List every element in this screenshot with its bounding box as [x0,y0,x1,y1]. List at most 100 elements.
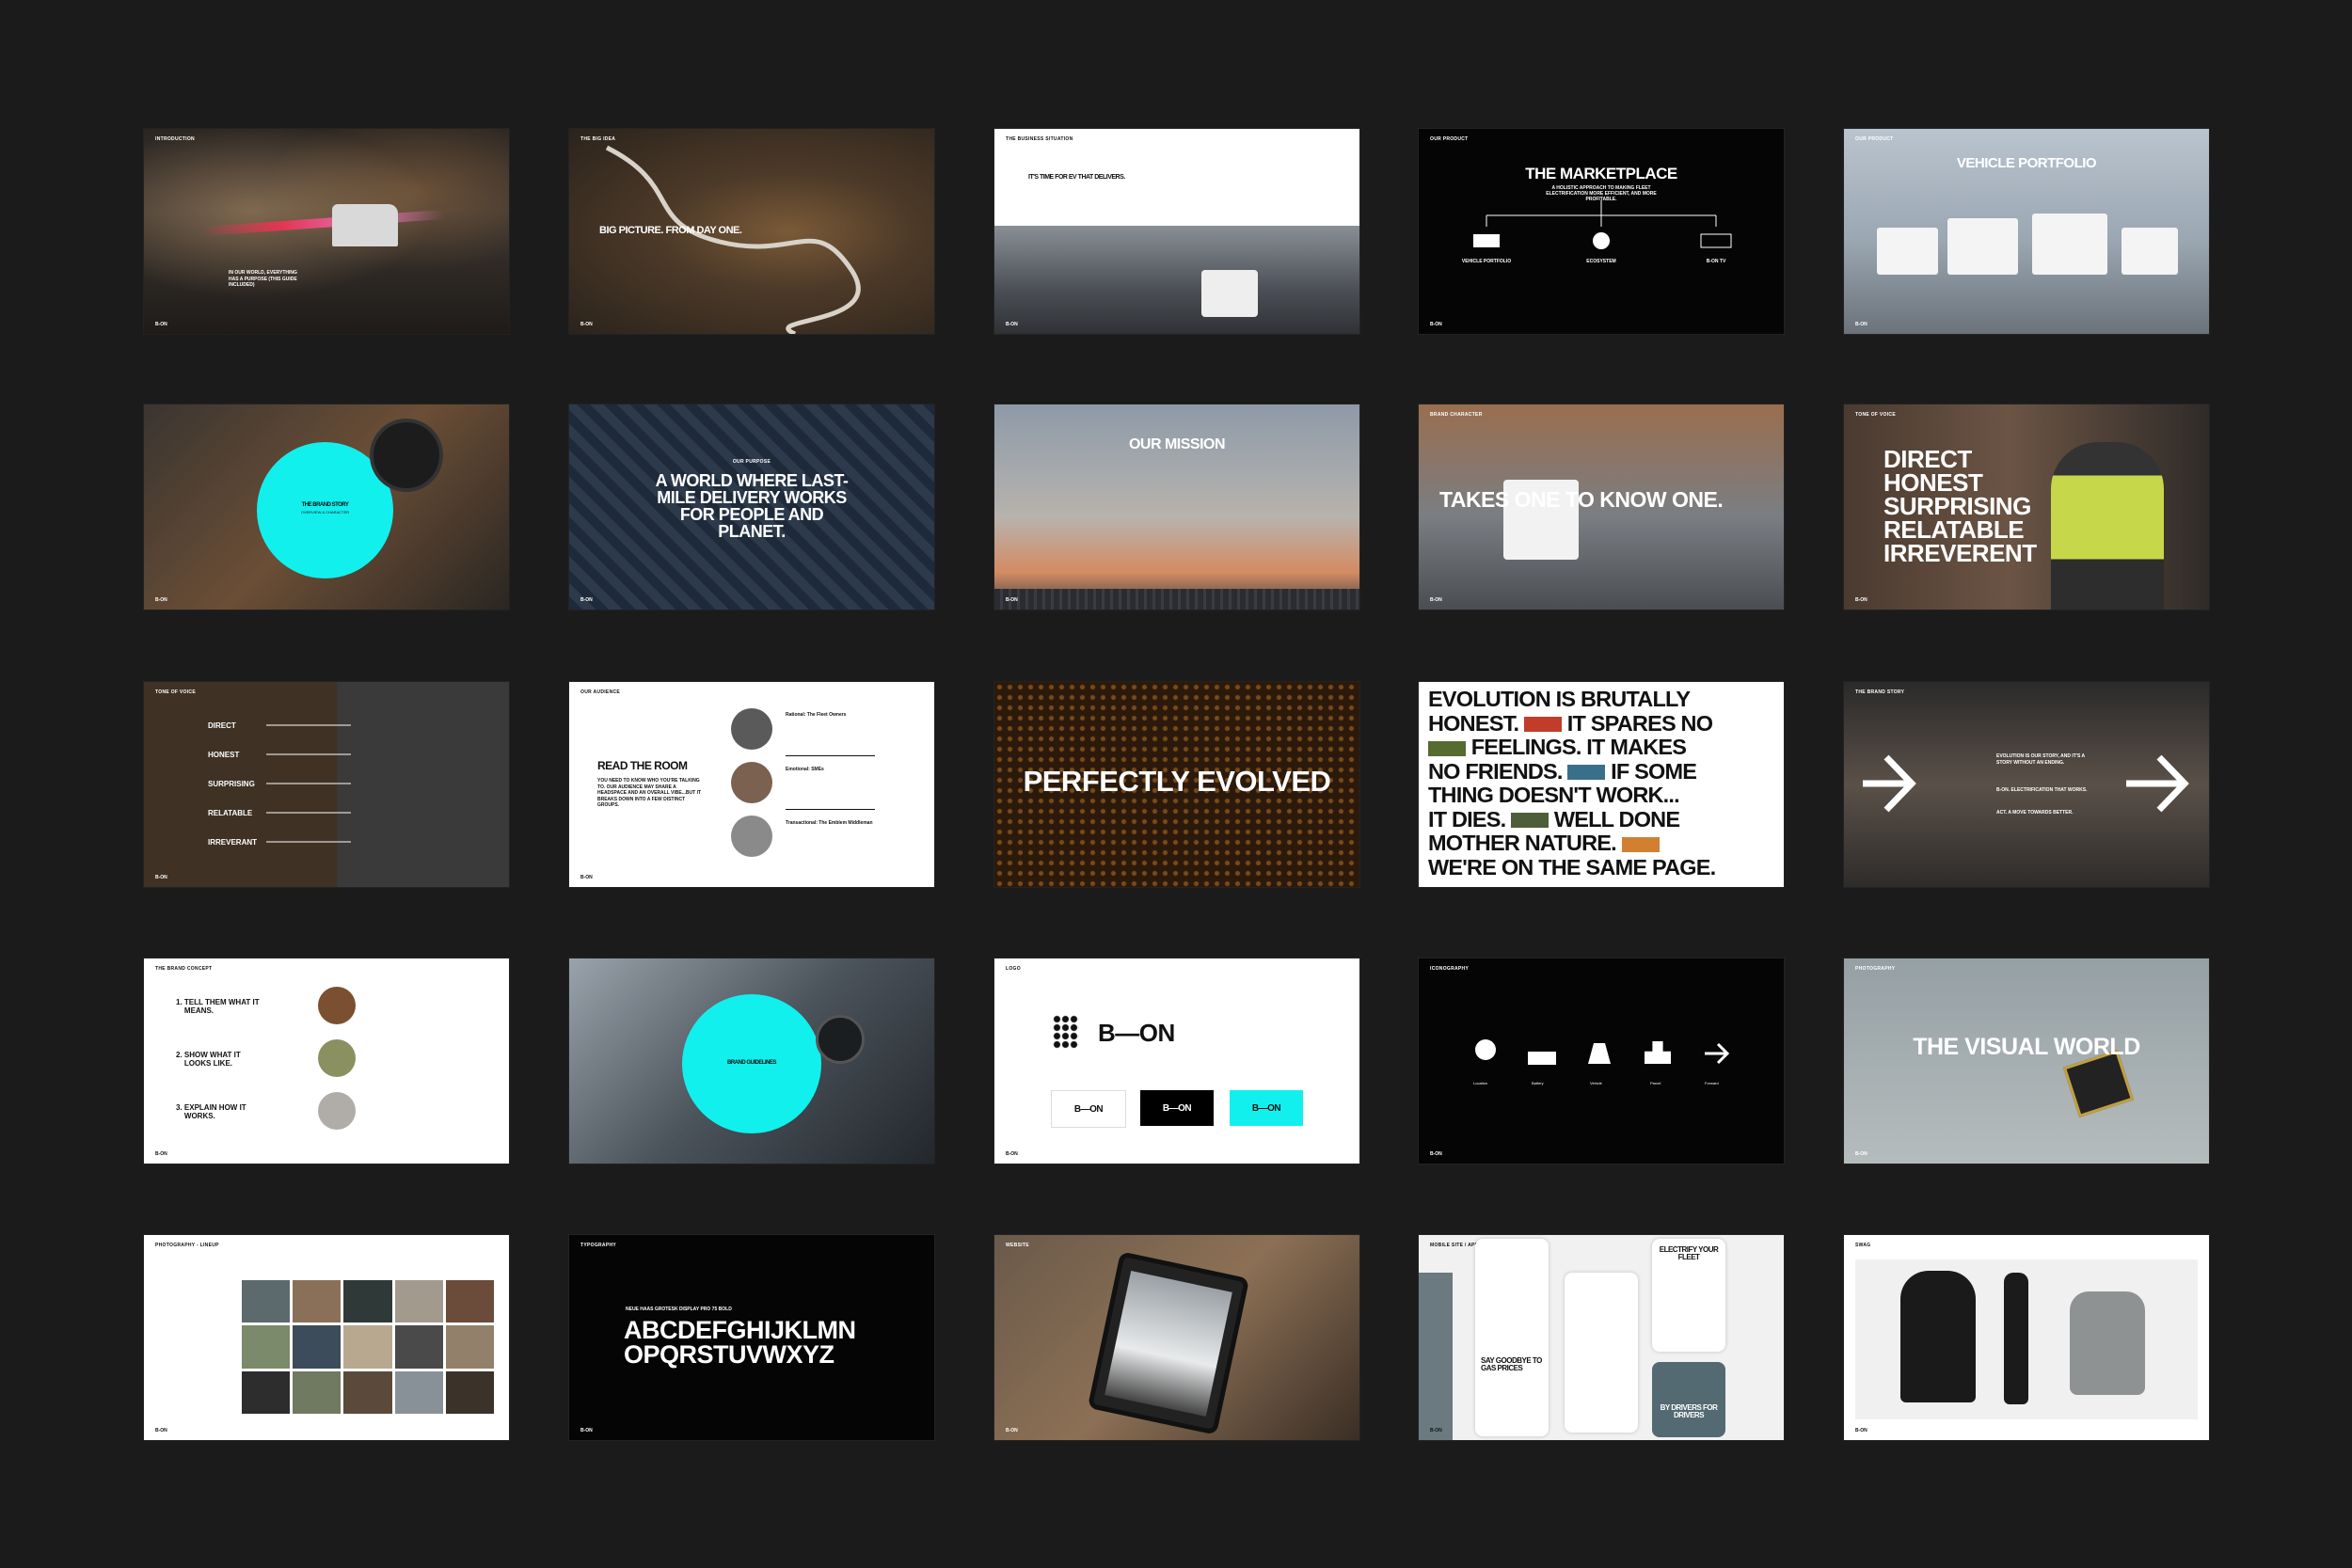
slide-visual-world[interactable]: PHOTOGRAPHY THE VISUAL WORLD B-ON [1844,958,2209,1164]
slide-business-situation[interactable]: THE BUSINESS SITUATION IT'S TIME FOR EV … [994,129,1359,334]
grid-photo [293,1325,342,1369]
slide-title: A WORLD WHERE LAST-MILE DELIVERY WORKS F… [655,471,849,541]
brand-footer: B-ON [1006,322,1018,327]
slide-tone-of-voice[interactable]: TONE OF VOICE DIRECT HONEST SURPRISING R… [144,682,509,887]
brand-footer: B-ON [155,322,167,327]
slide-swag[interactable]: SWAG B-ON [1844,1235,2209,1440]
bottle-product [2004,1273,2028,1404]
slide-label: TYPOGRAPHY [580,1243,617,1248]
van-1 [1877,228,1938,275]
brand-footer: B-ON [155,875,167,880]
concept-item: 1. TELL THEM WHAT IT MEANS. [176,998,260,1015]
logo-variant-cyan: B—ON [1230,1090,1303,1126]
manifesto-fragment: NO FRIENDS. [1428,758,1563,784]
slide-label: SWAG [1855,1243,1871,1248]
audience-photo-2 [731,762,772,803]
slide-brand-story-arrows[interactable]: THE BRAND STORY EVOLUTION IS OUR STORY, … [1844,682,2209,887]
slide-photography-lineup[interactable]: PHOTOGRAPHY - LINEUP B-ON [144,1235,509,1440]
slide-website[interactable]: WEBSITE B-ON [994,1235,1359,1440]
font-name: NEUE HAAS GROTESK DISPLAY PRO 75 BOLD [626,1307,732,1312]
marketplace-item-3: B-ON TV [1706,259,1726,264]
icon-caption: Forward [1705,1081,1719,1085]
concept-text: EXPLAIN HOW IT WORKS. [183,1103,246,1120]
tone-item: SURPRISING [208,780,255,788]
slide-label: OUR PRODUCT [1855,136,1894,142]
slide-logo[interactable]: LOGO B—ON B—ON B—ON B—ON B-ON [994,958,1359,1164]
slide-introduction[interactable]: INTRODUCTION IN OUR WORLD, EVERYTHING HA… [144,129,509,334]
tone-item: DIRECT [208,721,236,730]
slide-subtitle: OVERVIEW & CHARACTER [300,510,350,515]
slide-audience[interactable]: OUR AUDIENCE READ THE ROOM YOU NEED TO K… [569,682,934,887]
slide-body: YOU NEED TO KNOW WHO YOU'RE TALKING TO. … [597,778,702,808]
worker-photo [2051,442,2164,610]
inline-photo [1523,717,1562,733]
grid-photo [242,1280,291,1323]
brand-footer: B-ON [580,322,593,327]
logo-variant-black: B—ON [1140,1090,1214,1126]
button-knob [816,1015,865,1064]
slide-marketplace[interactable]: OUR PRODUCT THE MARKETPLACE A HOLISTIC A… [1419,129,1784,334]
slide-mission[interactable]: OUR MISSION B-ON [994,404,1359,610]
slide-big-idea[interactable]: THE BIG IDEA BIG PICTURE. FROM DAY ONE. … [569,129,934,334]
slide-mobile-app[interactable]: MOBILE SITE / APP SAY GOODBYE TO GAS PRI… [1419,1235,1784,1440]
slide-typography[interactable]: TYPOGRAPHY NEUE HAAS GROTESK DISPLAY PRO… [569,1235,934,1440]
grid-photo [394,1325,443,1369]
slide-label: THE BIG IDEA [580,136,616,142]
logo-mark-icon [1053,1015,1079,1049]
grid-photo [293,1370,342,1414]
brand-footer: B-ON [1006,1151,1018,1157]
slide-title: TAKES ONE TO KNOW ONE. [1439,487,1724,512]
slide-label: BRAND CHARACTER [1430,412,1483,418]
delivery-van [1201,270,1258,317]
grid-photo [445,1280,494,1323]
slide-title: BRAND GUIDELINES [726,1060,777,1066]
slide-purpose[interactable]: OUR PURPOSE A WORLD WHERE LAST-MILE DELI… [569,404,934,610]
mobile-card-text: ELECTRIFY YOUR FLEET [1659,1245,1719,1261]
manifesto-fragment: IT SPARES NO [1566,710,1713,736]
slide-brand-character[interactable]: BRAND CHARACTER TAKES ONE TO KNOW ONE. B… [1419,404,1784,610]
audience-group: Emotional: SMEs [786,767,824,772]
location-icon [1475,1039,1496,1060]
brand-footer: B-ON [580,1428,593,1433]
skyline [994,589,1359,610]
slide-label: WEBSITE [1006,1243,1029,1248]
slide-tone-statement[interactable]: TONE OF VOICE DIRECT HONEST SURPRISING R… [1844,404,2209,610]
mobile-card-text: SAY GOODBYE TO GAS PRICES [1481,1356,1542,1372]
inline-photo [1621,836,1660,852]
manifesto-fragment: IF SOME [1611,758,1697,784]
grid-photo [343,1370,392,1414]
steering-wheel [370,419,443,492]
inline-photo [1567,765,1606,781]
manifesto-line: IT DIES. WELL DONE [1428,806,1715,832]
slide-title: BIG PICTURE. FROM DAY ONE. [599,225,742,236]
slide-brand-guidelines[interactable]: BRAND GUIDELINES [569,958,934,1164]
concept-item: 3. EXPLAIN HOW IT WORKS. [176,1103,260,1120]
concept-photo-2 [318,1039,356,1077]
slide-iconography[interactable]: ICONOGRAPHY Location Battery Vehicle Par… [1419,958,1784,1164]
manifesto-fragment: WELL DONE [1553,806,1680,832]
grid-photo [242,1370,291,1414]
city-street-photo [994,226,1359,334]
battery-icon [1528,1052,1556,1065]
tone-item: HONEST [208,751,240,759]
slide-evolution-manifesto[interactable]: EVOLUTION IS BRUTALLY HONEST. IT SPARES … [1419,682,1784,887]
mobile-card-text: BY DRIVERS FOR DRIVERS [1660,1403,1718,1419]
photo-grid [242,1280,494,1414]
manifesto-line: WE'RE ON THE SAME PAGE. [1428,854,1716,879]
slide-vehicle-portfolio[interactable]: OUR PRODUCT VEHICLE PORTFOLIO B-ON [1844,129,2209,334]
bag-icon [1588,1043,1611,1064]
van-4 [2122,228,2178,275]
logo-variant-text: B—ON [1073,1103,1104,1115]
slide-tagline: B-ON. ELECTRIFICATION THAT WORKS. [1996,787,2088,793]
brand-footer: B-ON [1430,597,1442,603]
slide-brand-concept[interactable]: THE BRAND CONCEPT 1. TELL THEM WHAT IT M… [144,958,509,1164]
concept-number: 1. [176,998,183,1006]
divider [786,809,875,810]
slide-title: THE BRAND STORY [301,502,349,508]
slide-perfectly-evolved[interactable]: PERFECTLY EVOLVED [994,682,1359,887]
divider [786,755,875,756]
grid-photo [394,1370,443,1414]
manifesto-line: HONEST. IT SPARES NO [1428,710,1715,736]
slide-title: OUR MISSION [1128,436,1226,452]
slide-brand-story[interactable]: THE BRAND STORY OVERVIEW & CHARACTER B-O… [144,404,509,610]
